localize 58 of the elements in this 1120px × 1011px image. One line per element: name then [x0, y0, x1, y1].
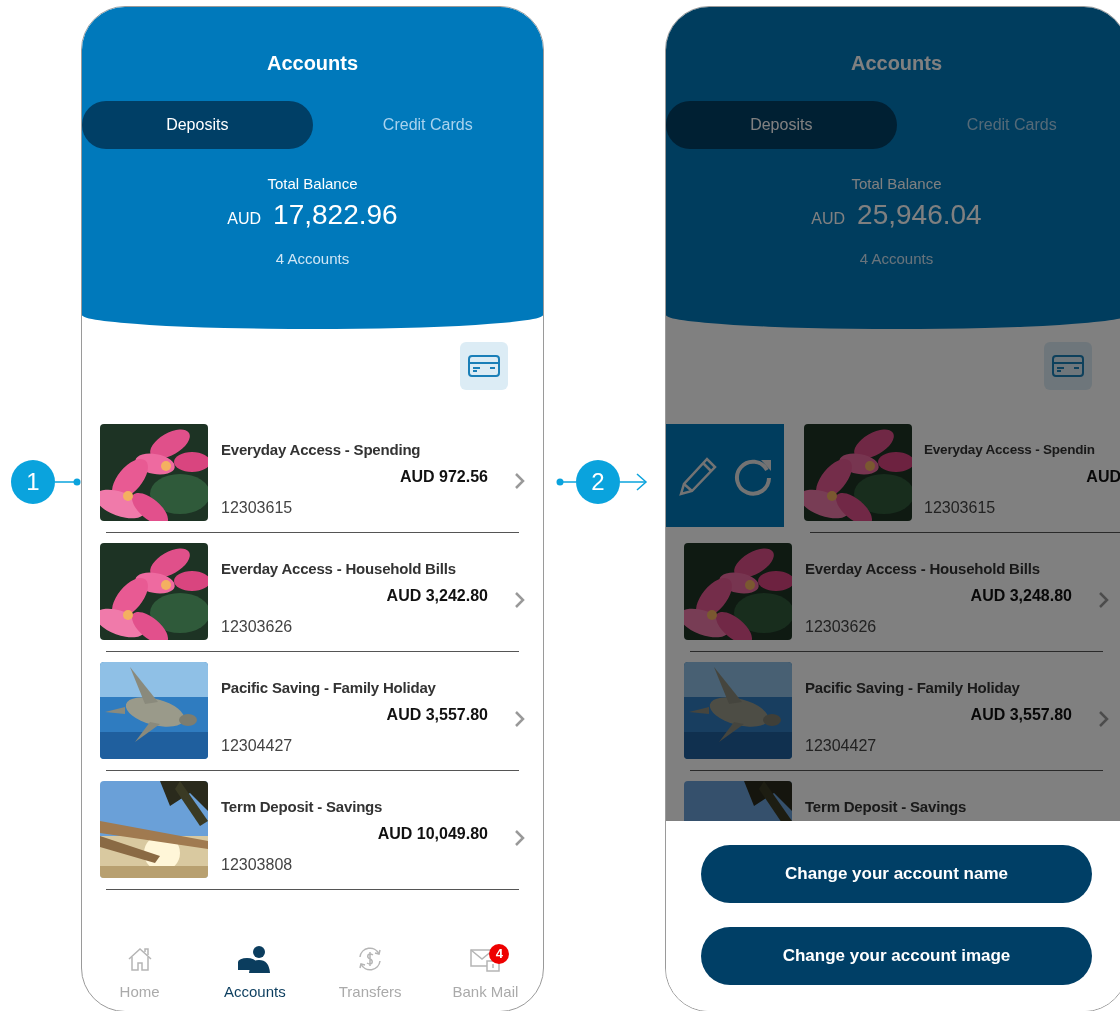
- balance-amount: 17,822.96: [273, 198, 398, 232]
- account-count: 4 Accounts: [275, 249, 350, 269]
- segment-tab[interactable]: Deposits: [666, 101, 897, 149]
- account-number: 12304427: [805, 736, 878, 756]
- card-icon: [468, 355, 500, 377]
- count-badge: 4: [489, 944, 510, 964]
- chevron-icon[interactable]: [514, 471, 525, 490]
- account-balance: AUD 3,248.80: [969, 586, 1072, 606]
- account-balance: AUD 972.56: [398, 467, 488, 487]
- action-button[interactable]: Change your account name: [701, 845, 1092, 903]
- balance-amount: 25,946.04: [857, 198, 982, 232]
- account-number: 12304427: [221, 736, 294, 756]
- action-button[interactable]: Change your account image: [701, 927, 1092, 985]
- account-balance: AUD 3,242.80: [385, 586, 488, 606]
- currency-label: AUD: [811, 209, 846, 229]
- person-icon: [237, 945, 272, 973]
- account-name: Term Deposit - Savings: [221, 797, 384, 817]
- screen-title: Accounts: [850, 51, 943, 76]
- account-number: 12303626: [221, 617, 294, 637]
- account-name: Pacific Saving - Family Holiday: [221, 678, 437, 698]
- chevron-icon[interactable]: [1098, 590, 1109, 609]
- chevron-icon[interactable]: [514, 828, 525, 847]
- account-balance: AUD 3,557.80: [385, 705, 488, 725]
- segment-tab[interactable]: Deposits: [82, 101, 313, 149]
- account-number: 12303615: [924, 498, 997, 518]
- account-name: Everday Access - Household Bills: [221, 559, 457, 579]
- account-number: 12303615: [221, 498, 294, 518]
- nav-tab[interactable]: Transfers: [312, 944, 428, 1002]
- chevron-icon[interactable]: [514, 590, 525, 609]
- chevron-icon[interactable]: [514, 709, 525, 728]
- nav-tab[interactable]: Home: [82, 944, 198, 1002]
- account-balance: AUD: [1085, 467, 1120, 487]
- account-name: Everyday Access - Spending: [221, 440, 422, 460]
- nav-tab[interactable]: 4 Bank Mail: [427, 944, 543, 1002]
- account-name: Everday Access - Household Bills: [805, 559, 1041, 579]
- account-balance: AUD 10,049.80: [376, 824, 488, 844]
- account-balance: AUD 3,557.80: [969, 705, 1072, 725]
- nav-tab[interactable]: Accounts: [197, 944, 313, 1002]
- account-name: Pacific Saving - Family Holiday: [805, 678, 1021, 698]
- card-icon: [1052, 355, 1084, 377]
- leader-arrow: [620, 473, 648, 491]
- segment-tab[interactable]: Credit Cards: [312, 101, 543, 149]
- card-button[interactable]: [460, 342, 508, 390]
- screen-title: Accounts: [266, 51, 359, 76]
- leader-line: [556, 477, 576, 487]
- account-name: Term Deposit - Savings: [805, 797, 968, 817]
- step-number: 2: [576, 460, 620, 504]
- account-number: 12303626: [805, 617, 878, 637]
- step-number: 1: [11, 460, 55, 504]
- chevron-icon[interactable]: [1098, 709, 1109, 728]
- account-count: 4 Accounts: [859, 249, 934, 269]
- account-number: 12303808: [221, 855, 294, 875]
- currency-label: AUD: [227, 209, 262, 229]
- balance-label: Total Balance: [267, 174, 358, 194]
- card-button[interactable]: [1044, 342, 1092, 390]
- balance-label: Total Balance: [851, 174, 942, 194]
- account-name: Everyday Access - Spendin: [924, 441, 1096, 459]
- leader-line: [55, 477, 81, 487]
